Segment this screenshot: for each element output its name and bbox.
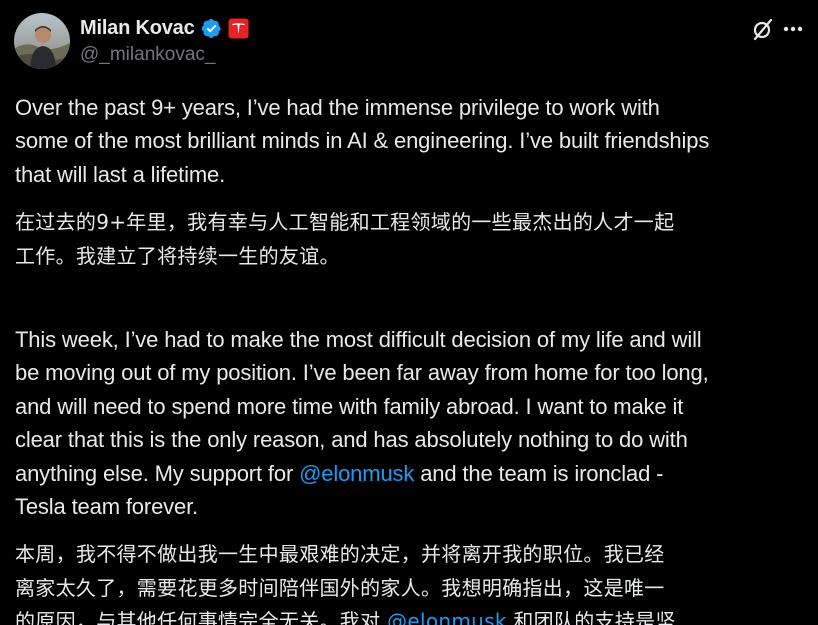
text-line: and will need to spend more time with fa… — [15, 393, 684, 419]
text-line: and the team is ironclad - — [414, 460, 664, 486]
paragraph-1-zh: 在过去的9+年里，我有幸与人工智能和工程领域的一些最杰出的人才一起 工作。我建立… — [15, 206, 805, 273]
author-handle[interactable]: @_milankovac_ — [80, 44, 215, 66]
text-line: 离家太久了，需要花更多时间陪伴国外的家人。我想明确指出，这是唯一 — [15, 575, 665, 600]
text-line: 本周，我不得不做出我一生中最艰难的决定，并将离开我的职位。我已经 — [15, 542, 665, 567]
text-line: Tesla team forever. — [15, 494, 199, 520]
author-avatar[interactable] — [14, 13, 70, 69]
more-icon[interactable] — [780, 16, 806, 42]
text-line: anything else. My support for — [15, 460, 300, 486]
text-line: that will last a lifetime. — [15, 161, 226, 187]
text-line: some of the most brilliant minds in AI &… — [15, 128, 710, 154]
paragraph-2-zh: 本周，我不得不做出我一生中最艰难的决定，并将离开我的职位。我已经 离家太久了，需… — [15, 538, 805, 625]
text-line: 工作。我建立了将持续一生的友谊。 — [15, 243, 340, 268]
author-name-row[interactable]: Milan Kovac — [80, 15, 249, 41]
tesla-logo-icon[interactable] — [227, 17, 249, 39]
text-line: clear that this is the only reason, and … — [15, 427, 688, 453]
paragraph-1-en: Over the past 9+ years, I’ve had the imm… — [15, 91, 805, 191]
text-line: 和团队的支持是坚 — [506, 609, 676, 625]
grok-icon[interactable] — [750, 16, 776, 42]
verified-badge-icon[interactable] — [201, 18, 222, 39]
text-line: 的原因，与其他任何事情完全无关。我对 — [15, 609, 388, 625]
text-line: This week, I’ve had to make the most dif… — [15, 327, 702, 353]
mention-elonmusk-zh[interactable]: @elonmusk — [387, 609, 507, 625]
author-display-name[interactable]: Milan Kovac — [80, 17, 195, 40]
paragraph-2-en: This week, I’ve had to make the most dif… — [15, 323, 805, 523]
text-line: be moving out of my position. I’ve been … — [15, 360, 709, 386]
mention-elonmusk[interactable]: @elonmusk — [299, 461, 414, 486]
tweet-header: Milan Kovac @_milankovac_ — [14, 13, 804, 69]
tweet: Milan Kovac @_milankovac_ Over the past … — [0, 0, 818, 625]
tweet-text: Over the past 9+ years, I’ve had the imm… — [15, 91, 805, 625]
text-line: Over the past 9+ years, I’ve had the imm… — [15, 95, 660, 120]
text-line: 在过去的9+年里，我有幸与人工智能和工程领域的一些最杰出的人才一起 — [15, 210, 675, 235]
